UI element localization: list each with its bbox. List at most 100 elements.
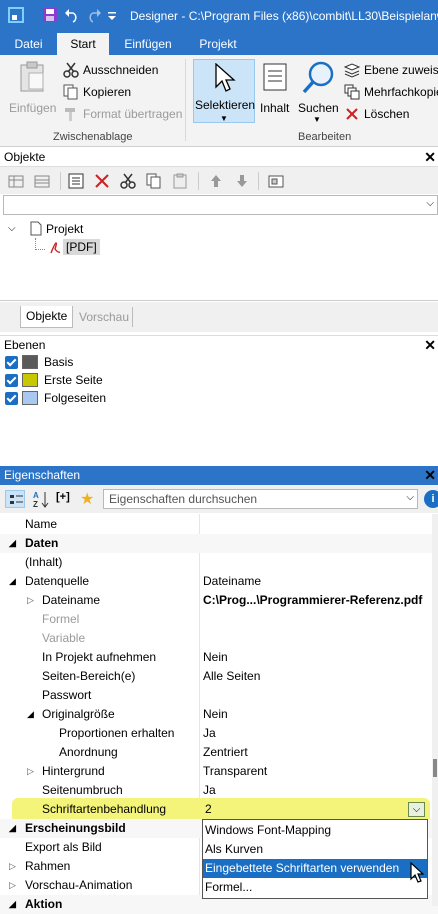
sort-az-icon[interactable]: AZ	[32, 490, 50, 509]
tab-projekt[interactable]: Projekt	[188, 33, 248, 55]
group-label-bearbeiten: Bearbeiten	[298, 131, 352, 143]
copy-icon[interactable]	[146, 173, 162, 189]
collapse-icon[interactable]: ◢	[27, 705, 36, 724]
property-row[interactable]: (Inhalt)	[0, 553, 438, 572]
checkbox-checked[interactable]	[5, 374, 18, 387]
multi-copy-button[interactable]: Mehrfachkopie	[344, 83, 438, 101]
save-icon[interactable]	[42, 7, 58, 23]
tree-item-pdf[interactable]: [PDF]	[63, 239, 100, 255]
assign-layer-label: Ebene zuweise	[364, 63, 438, 77]
properties-list-icon[interactable]	[68, 173, 84, 189]
property-row[interactable]: Passwort	[0, 686, 438, 705]
undo-icon[interactable]	[64, 7, 80, 23]
select-label: Selektieren	[195, 98, 256, 112]
collapse-icon[interactable]: ◢	[9, 572, 18, 591]
tab-objekte[interactable]: Objekte	[20, 306, 74, 328]
paste-button[interactable]: Einfügen	[4, 59, 58, 119]
layers-icon	[343, 62, 361, 78]
copy-button[interactable]: Kopieren	[63, 83, 131, 101]
tree-item-projekt[interactable]: Projekt	[46, 222, 83, 236]
expand-icon[interactable]: ▷	[9, 857, 18, 876]
scissors-icon[interactable]	[120, 173, 136, 189]
paste-label: Einfügen	[9, 101, 57, 115]
layer-item[interactable]: Erste Seite	[0, 371, 438, 389]
grid-icon[interactable]	[8, 173, 24, 189]
delete-x-icon[interactable]	[94, 173, 110, 189]
close-icon[interactable]: ✕	[424, 336, 436, 354]
cut-label: Ausschneiden	[83, 63, 159, 77]
dropdown-option[interactable]: Windows Font-Mapping	[203, 821, 427, 840]
dropdown-option-selected[interactable]: Eingebettete Schriftarten verwenden	[203, 859, 427, 878]
group-object-icon[interactable]	[268, 173, 284, 189]
layer-item[interactable]: Folgeseiten	[0, 389, 438, 407]
objects-tab-strip: Objekte Vorschau	[0, 302, 438, 332]
expand-icon[interactable]: ▷	[27, 591, 36, 610]
checkbox-checked[interactable]	[5, 392, 18, 405]
chevron-down-icon: ▼	[313, 115, 321, 124]
arrow-down-icon[interactable]	[234, 173, 250, 189]
scrollbar-thumb[interactable]	[433, 759, 437, 777]
dropdown-chevron-icon[interactable]: ⌵	[408, 802, 425, 817]
content-button[interactable]: Inhalt	[258, 59, 294, 119]
property-row[interactable]: Seiten-Bereich(e) Alle Seiten	[0, 667, 438, 686]
dropdown-option[interactable]: Formel...	[203, 878, 427, 897]
properties-panel-header: Eigenschaften ✕	[0, 466, 438, 485]
format-painter-button[interactable]: Format übertragen	[63, 105, 182, 123]
tab-vorschau[interactable]: Vorschau	[76, 307, 134, 327]
cut-button[interactable]: Ausschneiden	[63, 61, 158, 79]
tab-datei[interactable]: Datei	[0, 33, 57, 55]
select-button[interactable]: Selektieren ▼	[193, 59, 255, 123]
ribbon-separator	[185, 59, 186, 141]
svg-text:A: A	[33, 491, 39, 500]
property-row-schriftartenbehandlung[interactable]: Schriftartenbehandlung 2 ⌵	[0, 800, 438, 819]
property-row[interactable]: Anordnung Zentriert	[0, 743, 438, 762]
close-icon[interactable]: ✕	[424, 466, 436, 485]
property-row[interactable]: In Projekt aufnehmen Nein	[0, 648, 438, 667]
scrollbar[interactable]	[432, 514, 438, 906]
expand-all-icon[interactable]: [+]	[56, 491, 70, 503]
delete-button[interactable]: Löschen	[344, 105, 409, 123]
search-button[interactable]: Suchen ▼	[298, 59, 339, 124]
checkbox-checked[interactable]	[5, 356, 18, 369]
scissors-icon	[63, 62, 79, 78]
property-row[interactable]: Proportionen erhalten Ja	[0, 724, 438, 743]
app-logo-icon	[8, 7, 24, 23]
toolbar-separator	[258, 172, 259, 190]
layer-color-swatch	[22, 373, 38, 387]
properties-search-input[interactable]: Eigenschaften durchsuchen ⌵	[103, 489, 418, 509]
assign-layer-button[interactable]: Ebene zuweise	[343, 61, 438, 79]
tab-einfuegen[interactable]: Einfügen	[113, 33, 183, 55]
collapse-icon[interactable]: ◢	[9, 819, 18, 838]
close-icon[interactable]: ✕	[424, 148, 436, 166]
tree-expander-icon[interactable]: ⌵	[8, 223, 16, 234]
property-row[interactable]: ▷ Dateiname C:\Prog...\Programmierer-Refer…	[0, 591, 438, 610]
object-selector-combobox[interactable]: ⌵	[3, 195, 438, 215]
collapse-icon[interactable]: ◢	[9, 534, 18, 553]
dropdown-option[interactable]: Als Kurven	[203, 840, 427, 859]
tab-start[interactable]: Start	[57, 33, 109, 55]
table-icon[interactable]	[34, 173, 50, 189]
property-row[interactable]: ▷ Hintergrund Transparent	[0, 762, 438, 781]
expand-icon[interactable]: ▷	[9, 876, 18, 895]
property-row[interactable]: Variable	[0, 629, 438, 648]
font-handling-value-input[interactable]: 2	[205, 800, 212, 819]
redo-icon[interactable]	[86, 7, 102, 23]
collapse-icon[interactable]: ◢	[9, 895, 18, 914]
favorites-star-icon[interactable]: ★	[80, 489, 94, 509]
property-row[interactable]: Formel	[0, 610, 438, 629]
expand-icon[interactable]: ▷	[27, 762, 36, 781]
paste-icon[interactable]	[172, 173, 188, 189]
info-icon[interactable]: i	[424, 490, 438, 508]
search-label: Suchen	[298, 101, 339, 115]
chevron-down-icon: ▼	[220, 114, 228, 123]
quick-access-dropdown-icon[interactable]	[106, 7, 122, 23]
arrow-up-icon[interactable]	[208, 173, 224, 189]
property-row[interactable]: ◢ Datenquelle Dateiname	[0, 572, 438, 591]
layer-item[interactable]: Basis	[0, 353, 438, 371]
property-row[interactable]: ◢ Originalgröße Nein	[0, 705, 438, 724]
property-row[interactable]: Name	[0, 515, 438, 534]
property-category[interactable]: ◢ Daten	[0, 534, 438, 553]
search-placeholder: Eigenschaften durchsuchen	[109, 492, 258, 506]
categorized-view-button[interactable]	[5, 490, 25, 508]
document-icon	[30, 221, 42, 239]
